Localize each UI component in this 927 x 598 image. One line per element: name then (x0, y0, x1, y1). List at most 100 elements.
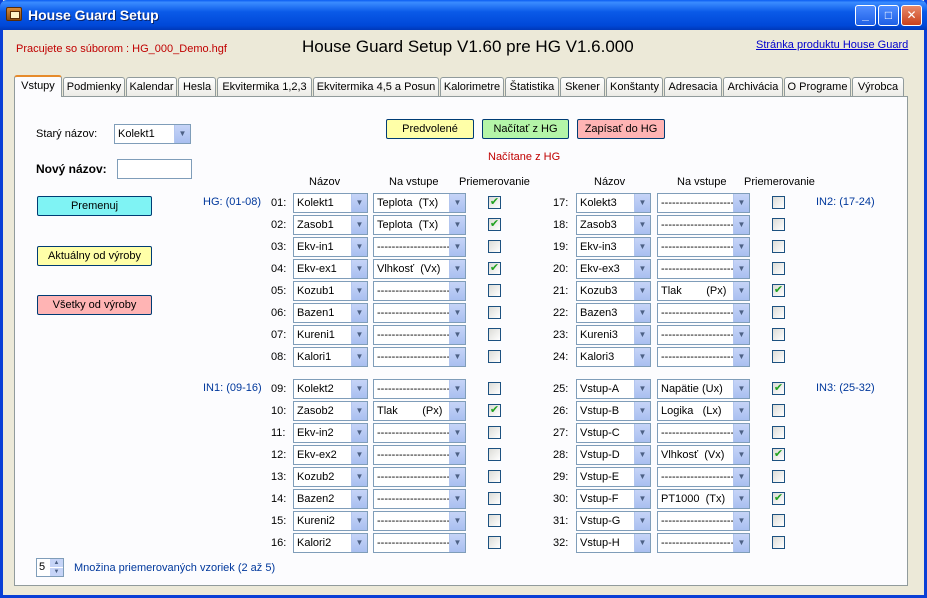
tab-10[interactable]: Konštanty (606, 77, 663, 96)
averaging-checkbox[interactable] (488, 492, 501, 505)
input-type-select[interactable]: -------------------- ▼ (373, 445, 466, 465)
old-name-select[interactable]: Kolekt1 ▼ (114, 124, 191, 144)
tab-6[interactable]: Ekvitermika 4,5 a Posun (313, 77, 439, 96)
tab-13[interactable]: O Programe (784, 77, 851, 96)
name-select[interactable]: Ekv-in2 ▼ (293, 423, 368, 443)
input-type-select[interactable]: -------------------- ▼ (657, 193, 750, 213)
averaging-checkbox[interactable] (488, 240, 501, 253)
spin-up-icon[interactable]: ▲ (50, 559, 63, 567)
input-type-select[interactable]: -------------------- ▼ (373, 347, 466, 367)
name-select[interactable]: Kozub2 ▼ (293, 467, 368, 487)
averaging-checkbox[interactable] (772, 196, 785, 209)
input-type-select[interactable]: -------------------- ▼ (657, 303, 750, 323)
name-select[interactable]: Vstup-D ▼ (576, 445, 651, 465)
averaging-checkbox[interactable] (488, 284, 501, 297)
tab-14[interactable]: Výrobca (852, 77, 904, 96)
tab-8[interactable]: Štatistika (505, 77, 559, 96)
name-select[interactable]: Kureni2 ▼ (293, 511, 368, 531)
input-type-select[interactable]: -------------------- ▼ (373, 511, 466, 531)
input-type-select[interactable]: Tlak (Px) ▼ (657, 281, 750, 301)
input-type-select[interactable]: PT1000 (Tx) ▼ (657, 489, 750, 509)
name-select[interactable]: Ekv-ex2 ▼ (293, 445, 368, 465)
averaging-checkbox[interactable] (772, 306, 785, 319)
name-select[interactable]: Kozub1 ▼ (293, 281, 368, 301)
averaging-checkbox[interactable] (772, 218, 785, 231)
input-type-select[interactable]: Vlhkosť (Vx) ▼ (657, 445, 750, 465)
name-select[interactable]: Kolekt1 ▼ (293, 193, 368, 213)
product-link[interactable]: Stránka produktu House Guard (756, 39, 908, 51)
default-button[interactable]: Predvolené (386, 119, 474, 139)
input-type-select[interactable]: -------------------- ▼ (657, 423, 750, 443)
name-select[interactable]: Bazen1 ▼ (293, 303, 368, 323)
input-type-select[interactable]: Logika (Lx) ▼ (657, 401, 750, 421)
tab-3[interactable]: Kalendar (126, 77, 177, 96)
write-to-hg-button[interactable]: Zapísať do HG (577, 119, 665, 139)
name-select[interactable]: Vstup-E ▼ (576, 467, 651, 487)
input-type-select[interactable]: -------------------- ▼ (373, 379, 466, 399)
averaging-checkbox[interactable] (772, 470, 785, 483)
input-type-select[interactable]: -------------------- ▼ (373, 325, 466, 345)
name-select[interactable]: Zasob3 ▼ (576, 215, 651, 235)
name-select[interactable]: Ekv-in3 ▼ (576, 237, 651, 257)
name-select[interactable]: Kalori2 ▼ (293, 533, 368, 553)
current-factory-button[interactable]: Aktuálny od výroby (37, 246, 152, 266)
title-bar[interactable]: House Guard Setup _ □ ✕ (0, 0, 927, 30)
input-type-select[interactable]: -------------------- ▼ (657, 347, 750, 367)
input-type-select[interactable]: -------------------- ▼ (657, 259, 750, 279)
input-type-select[interactable]: -------------------- ▼ (373, 303, 466, 323)
name-select[interactable]: Kalori1 ▼ (293, 347, 368, 367)
name-select[interactable]: Vstup-A ▼ (576, 379, 651, 399)
name-select[interactable]: Zasob2 ▼ (293, 401, 368, 421)
averaging-checkbox[interactable] (772, 514, 785, 527)
name-select[interactable]: Vstup-G ▼ (576, 511, 651, 531)
input-type-select[interactable]: -------------------- ▼ (657, 511, 750, 531)
name-select[interactable]: Kozub3 ▼ (576, 281, 651, 301)
averaging-checkbox[interactable] (488, 350, 501, 363)
name-select[interactable]: Bazen2 ▼ (293, 489, 368, 509)
averaging-checkbox[interactable]: ✔ (772, 284, 785, 297)
all-factory-button[interactable]: Všetky od výroby (37, 295, 152, 315)
tab-11[interactable]: Adresacia (664, 77, 722, 96)
input-type-select[interactable]: Vlhkosť (Vx) ▼ (373, 259, 466, 279)
averaging-checkbox[interactable]: ✔ (772, 382, 785, 395)
averaging-checkbox[interactable] (772, 262, 785, 275)
rename-button[interactable]: Premenuj (37, 196, 152, 216)
averaging-checkbox[interactable] (488, 470, 501, 483)
averaging-checkbox[interactable]: ✔ (488, 404, 501, 417)
input-type-select[interactable]: -------------------- ▼ (373, 533, 466, 553)
name-select[interactable]: Bazen3 ▼ (576, 303, 651, 323)
input-type-select[interactable]: -------------------- ▼ (373, 281, 466, 301)
name-select[interactable]: Ekv-ex3 ▼ (576, 259, 651, 279)
name-select[interactable]: Kolekt2 ▼ (293, 379, 368, 399)
load-from-hg-button[interactable]: Načítať z HG (482, 119, 569, 139)
input-type-select[interactable]: -------------------- ▼ (657, 237, 750, 257)
maximize-button[interactable]: □ (878, 5, 899, 26)
averaging-checkbox[interactable]: ✔ (772, 492, 785, 505)
name-select[interactable]: Ekv-ex1 ▼ (293, 259, 368, 279)
input-type-select[interactable]: -------------------- ▼ (657, 533, 750, 553)
averaging-checkbox[interactable]: ✔ (488, 262, 501, 275)
input-type-select[interactable]: -------------------- ▼ (373, 423, 466, 443)
input-type-select[interactable]: -------------------- ▼ (657, 467, 750, 487)
averaging-checkbox[interactable]: ✔ (488, 196, 501, 209)
averaging-checkbox[interactable] (488, 306, 501, 319)
input-type-select[interactable]: Tlak (Px) ▼ (373, 401, 466, 421)
samples-spinner[interactable]: 5 ▲ ▼ (36, 558, 64, 577)
averaging-checkbox[interactable] (772, 426, 785, 439)
name-select[interactable]: Kureni1 ▼ (293, 325, 368, 345)
close-button[interactable]: ✕ (901, 5, 922, 26)
input-type-select[interactable]: -------------------- ▼ (373, 237, 466, 257)
input-type-select[interactable]: Teplota (Tx) ▼ (373, 193, 466, 213)
tab-9[interactable]: Skener (560, 77, 605, 96)
averaging-checkbox[interactable] (488, 448, 501, 461)
name-select[interactable]: Kolekt3 ▼ (576, 193, 651, 213)
averaging-checkbox[interactable] (772, 328, 785, 341)
name-select[interactable]: Ekv-in1 ▼ (293, 237, 368, 257)
tab-2[interactable]: Podmienky (63, 77, 125, 96)
averaging-checkbox[interactable]: ✔ (772, 448, 785, 461)
name-select[interactable]: Vstup-C ▼ (576, 423, 651, 443)
averaging-checkbox[interactable] (488, 426, 501, 439)
input-type-select[interactable]: -------------------- ▼ (657, 215, 750, 235)
averaging-checkbox[interactable] (488, 328, 501, 341)
name-select[interactable]: Vstup-F ▼ (576, 489, 651, 509)
